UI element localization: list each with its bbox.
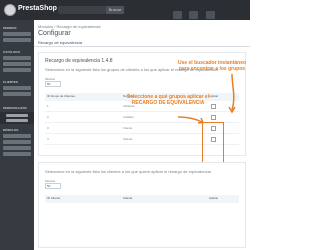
column-header-apply[interactable]: Aplicar xyxy=(209,196,218,200)
sidebar-item[interactable] xyxy=(3,68,31,72)
brand-name: PrestaShop xyxy=(18,5,57,12)
sidebar-section-catalog[interactable]: CATÁLOGO xyxy=(3,50,20,54)
cell-name: Cliente xyxy=(123,137,133,141)
profile-icon[interactable] xyxy=(205,11,215,19)
cell-name: Invitado xyxy=(123,115,134,119)
notification-icon[interactable] xyxy=(173,11,182,19)
sidebar-section-customers[interactable]: CLIENTES xyxy=(3,80,18,84)
top-bar: PrestaShop Buscar xyxy=(0,0,250,20)
panel-title: Recargo de equivalencia 1.4.8 xyxy=(45,58,113,64)
column-header-group-id[interactable]: ID Grupo de Clientes xyxy=(47,94,75,98)
prestashop-logo-icon xyxy=(4,4,16,16)
column-header-customer[interactable]: Cliente xyxy=(123,196,132,200)
sidebar-subitem[interactable] xyxy=(6,114,28,117)
cell-name: Cliente xyxy=(123,126,133,130)
search-button[interactable]: Buscar xyxy=(106,6,124,14)
arrow-annotation-select-icon xyxy=(178,116,205,124)
breadcrumb[interactable]: Módulos / Recargo de equivalencia xyxy=(38,24,100,29)
sidebar-section-customize[interactable]: PERSONALIZAR xyxy=(3,106,27,110)
sidebar-subitem[interactable] xyxy=(6,119,28,122)
column-header-apply[interactable]: Aplicar xyxy=(209,94,218,98)
message-icon[interactable] xyxy=(189,11,199,19)
top-right-actions xyxy=(170,6,240,19)
sidebar-item[interactable] xyxy=(3,86,31,90)
highlight-apply-column xyxy=(202,122,224,166)
arrow-annotation-search-icon xyxy=(228,74,236,114)
apply-checkbox[interactable] xyxy=(211,104,216,109)
search-input[interactable] xyxy=(58,6,106,14)
panel-description: Seleccione en la siguiente lista los cli… xyxy=(45,169,211,174)
page-subtitle: Recargo de equivalencia xyxy=(38,40,83,45)
sidebar-item[interactable] xyxy=(3,56,31,60)
sidebar-item[interactable] xyxy=(3,92,31,96)
cell-id: 2 xyxy=(47,115,49,119)
sidebar-section-orders[interactable]: PEDIDOS xyxy=(3,26,17,30)
sidebar-item[interactable] xyxy=(3,38,31,42)
sidebar-section-modules[interactable]: MÓDULOS xyxy=(3,128,18,132)
sidebar-item[interactable] xyxy=(3,134,31,138)
annotation-search-tip: Use el buscador instantáneo para encontr… xyxy=(177,60,247,72)
annotation-select-groups: Seleccione a qué grupos aplicar el RECAR… xyxy=(127,94,209,106)
divider xyxy=(34,46,250,47)
page-title: Configurar xyxy=(38,30,71,37)
page-size-select[interactable]: 50 xyxy=(45,183,61,189)
page-size-select[interactable]: 50 xyxy=(45,81,61,87)
cell-id: 4 xyxy=(47,137,49,141)
sidebar-item[interactable] xyxy=(3,140,31,144)
sidebar-item[interactable] xyxy=(3,146,31,150)
customers-panel: Seleccione en la siguiente lista los cli… xyxy=(38,162,246,248)
cell-id: 3 xyxy=(47,126,49,130)
sidebar-item[interactable] xyxy=(3,62,31,66)
apply-checkbox[interactable] xyxy=(211,115,216,120)
column-header-customer-id[interactable]: ID Cliente xyxy=(47,196,60,200)
sidebar-item[interactable] xyxy=(3,152,31,156)
sidebar-active-group xyxy=(0,112,34,124)
sidebar: PEDIDOS CATÁLOGO CLIENTES PERSONALIZAR M… xyxy=(0,20,34,250)
cell-id: 1 xyxy=(47,104,49,108)
sidebar-item[interactable] xyxy=(3,32,31,36)
table-header: ID Cliente Cliente Aplicar xyxy=(45,195,239,203)
